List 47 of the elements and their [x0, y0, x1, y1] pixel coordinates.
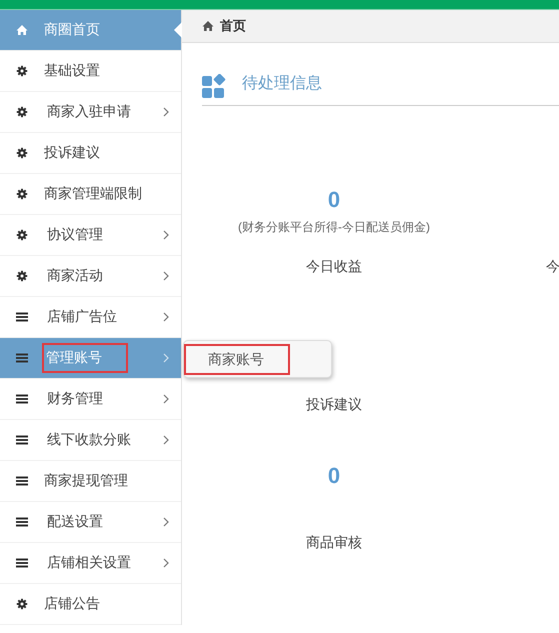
section-title: 待处理信息: [242, 74, 322, 94]
sidebar-item[interactable]: 配送设置: [0, 502, 181, 543]
list-icon: [16, 393, 28, 405]
sidebar-item[interactable]: 协议管理: [0, 215, 181, 256]
chevron-icon: [163, 107, 169, 117]
list-icon: [16, 311, 28, 323]
stat-label: 投诉建议: [306, 396, 362, 414]
chevron-icon: [163, 353, 169, 363]
sidebar-item[interactable]: 商家入驻申请: [0, 92, 181, 133]
list-icon: [16, 434, 28, 446]
sidebar-item[interactable]: 投诉建议: [0, 133, 181, 174]
chevron-icon: [163, 271, 169, 281]
stat-value: 0: [328, 186, 340, 214]
sidebar-item[interactable]: 基础设置: [0, 51, 181, 92]
sidebar-item[interactable]: 店铺公告: [0, 584, 181, 625]
breadcrumb-link[interactable]: 首页: [220, 17, 246, 35]
sidebar-item[interactable]: 财务管理: [0, 379, 181, 420]
home-icon: [16, 24, 28, 36]
gear-icon: [16, 270, 28, 282]
stat-note: (财务分账平台所得-今日配送员佣金): [238, 219, 430, 236]
sidebar-item[interactable]: 商家提现管理: [0, 461, 181, 502]
list-icon: [16, 475, 28, 487]
gear-icon: [16, 598, 28, 610]
list-icon: [16, 352, 28, 364]
stat-label: 商品审核: [306, 534, 362, 552]
home-icon: [202, 20, 214, 32]
sidebar-item[interactable]: 线下收款分账: [0, 420, 181, 461]
chevron-icon: [163, 230, 169, 240]
sidebar-item[interactable]: 商家活动: [0, 256, 181, 297]
stat-value: 0: [328, 462, 340, 490]
chevron-icon: [163, 517, 169, 527]
sidebar-item[interactable]: 商家管理端限制: [0, 174, 181, 215]
dashboard-icon: [202, 74, 226, 98]
gear-icon: [16, 65, 28, 77]
submenu-item[interactable]: 商家账号: [184, 344, 290, 375]
gear-icon: [16, 147, 28, 159]
chevron-icon: [163, 394, 169, 404]
stat-label: 今日收益: [306, 258, 362, 276]
chevron-icon: [163, 435, 169, 445]
gear-icon: [16, 106, 28, 118]
sidebar-item[interactable]: 店铺相关设置: [0, 543, 181, 584]
list-icon: [16, 557, 28, 569]
list-icon: [16, 516, 28, 528]
chevron-icon: [163, 312, 169, 322]
chevron-icon: [163, 558, 169, 568]
gear-icon: [16, 188, 28, 200]
gear-icon: [16, 229, 28, 241]
